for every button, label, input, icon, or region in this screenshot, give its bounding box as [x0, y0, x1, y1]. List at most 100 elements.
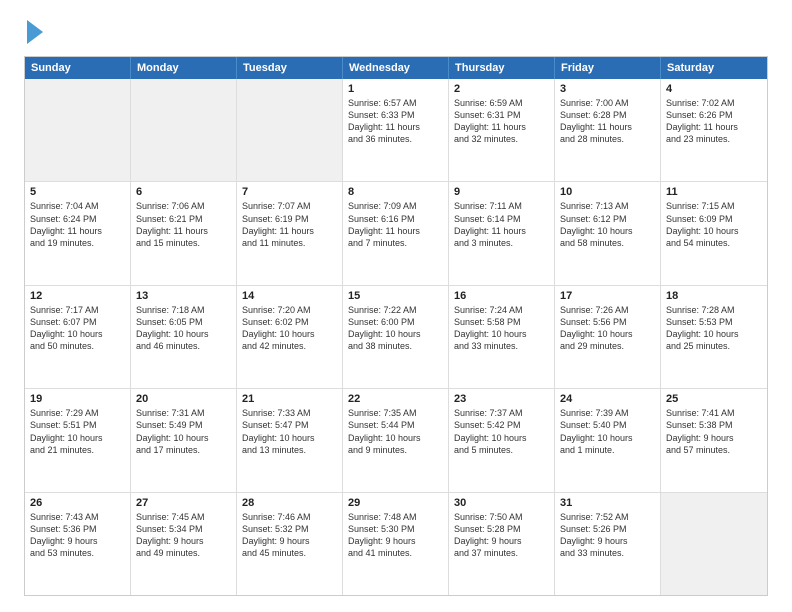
calendar-cell-2-1: 5 Sunrise: 7:04 AM Sunset: 6:24 PM Daylig… — [25, 182, 131, 284]
calendar: SundayMondayTuesdayWednesdayThursdayFrid… — [24, 56, 768, 596]
day-number: 1 — [348, 83, 443, 95]
calendar-cell-4-5: 23 Sunrise: 7:37 AM Sunset: 5:42 PM Dayli… — [449, 389, 555, 491]
day-number: 17 — [560, 290, 655, 302]
cell-info: Sunrise: 7:29 AM Sunset: 5:51 PM Dayligh… — [30, 407, 125, 456]
day-number: 16 — [454, 290, 549, 302]
day-number: 20 — [136, 393, 231, 405]
cell-info: Sunrise: 7:20 AM Sunset: 6:02 PM Dayligh… — [242, 304, 337, 353]
day-number: 30 — [454, 497, 549, 509]
cell-info: Sunrise: 7:00 AM Sunset: 6:28 PM Dayligh… — [560, 97, 655, 146]
calendar-body: 1 Sunrise: 6:57 AM Sunset: 6:33 PM Daylig… — [25, 79, 767, 595]
calendar-cell-4-4: 22Sunrise: 7:35 AM Sunset: 5:44 PM Dayli… — [343, 389, 449, 491]
cell-info: Sunrise: 7:22 AM Sunset: 6:00 PM Dayligh… — [348, 304, 443, 353]
day-number: 3 — [560, 83, 655, 95]
calendar-cell-3-4: 15 Sunrise: 7:22 AM Sunset: 6:00 PM Dayli… — [343, 286, 449, 388]
day-number: 4 — [666, 83, 762, 95]
cell-info: Sunrise: 7:11 AM Sunset: 6:14 PM Dayligh… — [454, 200, 549, 249]
calendar-cell-2-3: 7 Sunrise: 7:07 AM Sunset: 6:19 PM Daylig… — [237, 182, 343, 284]
day-number: 9 — [454, 186, 549, 198]
calendar-cell-5-7 — [661, 493, 767, 595]
day-number: 29 — [348, 497, 443, 509]
weekday-header-wednesday: Wednesday — [343, 57, 449, 79]
calendar-cell-3-7: 18 Sunrise: 7:28 AM Sunset: 5:53 PM Dayli… — [661, 286, 767, 388]
cell-info: Sunrise: 7:28 AM Sunset: 5:53 PM Dayligh… — [666, 304, 762, 353]
cell-info: Sunrise: 7:41 AM Sunset: 5:38 PM Dayligh… — [666, 407, 762, 456]
day-number: 21 — [242, 393, 337, 405]
calendar-cell-3-2: 13 Sunrise: 7:18 AM Sunset: 6:05 PM Dayli… — [131, 286, 237, 388]
weekday-header-tuesday: Tuesday — [237, 57, 343, 79]
cell-info: Sunrise: 7:37 AM Sunset: 5:42 PM Dayligh… — [454, 407, 549, 456]
day-number: 18 — [666, 290, 762, 302]
day-number: 7 — [242, 186, 337, 198]
cell-info: Sunrise: 7:06 AM Sunset: 6:21 PM Dayligh… — [136, 200, 231, 249]
calendar-header: SundayMondayTuesdayWednesdayThursdayFrid… — [25, 57, 767, 79]
cell-info: Sunrise: 7:50 AM Sunset: 5:28 PM Dayligh… — [454, 511, 549, 560]
weekday-header-sunday: Sunday — [25, 57, 131, 79]
cell-info: Sunrise: 7:31 AM Sunset: 5:49 PM Dayligh… — [136, 407, 231, 456]
calendar-cell-2-4: 8Sunrise: 7:09 AM Sunset: 6:16 PM Daylig… — [343, 182, 449, 284]
cell-info: Sunrise: 7:48 AM Sunset: 5:30 PM Dayligh… — [348, 511, 443, 560]
calendar-cell-4-2: 20 Sunrise: 7:31 AM Sunset: 5:49 PM Dayli… — [131, 389, 237, 491]
logo-arrow-icon — [27, 20, 43, 44]
day-number: 19 — [30, 393, 125, 405]
day-number: 10 — [560, 186, 655, 198]
calendar-cell-2-2: 6 Sunrise: 7:06 AM Sunset: 6:21 PM Daylig… — [131, 182, 237, 284]
calendar-row-1: 1 Sunrise: 6:57 AM Sunset: 6:33 PM Daylig… — [25, 79, 767, 181]
calendar-cell-2-7: 11 Sunrise: 7:15 AM Sunset: 6:09 PM Dayli… — [661, 182, 767, 284]
calendar-cell-1-7: 4 Sunrise: 7:02 AM Sunset: 6:26 PM Daylig… — [661, 79, 767, 181]
cell-info: Sunrise: 7:18 AM Sunset: 6:05 PM Dayligh… — [136, 304, 231, 353]
cell-info: Sunrise: 6:59 AM Sunset: 6:31 PM Dayligh… — [454, 97, 549, 146]
cell-info: Sunrise: 7:24 AM Sunset: 5:58 PM Dayligh… — [454, 304, 549, 353]
cell-info: Sunrise: 7:07 AM Sunset: 6:19 PM Dayligh… — [242, 200, 337, 249]
calendar-cell-3-6: 17 Sunrise: 7:26 AM Sunset: 5:56 PM Dayli… — [555, 286, 661, 388]
day-number: 5 — [30, 186, 125, 198]
logo — [24, 20, 43, 46]
calendar-cell-1-5: 2Sunrise: 6:59 AM Sunset: 6:31 PM Daylig… — [449, 79, 555, 181]
weekday-header-thursday: Thursday — [449, 57, 555, 79]
weekday-header-saturday: Saturday — [661, 57, 767, 79]
calendar-cell-5-2: 27Sunrise: 7:45 AM Sunset: 5:34 PM Dayli… — [131, 493, 237, 595]
header — [24, 20, 768, 46]
cell-info: Sunrise: 7:33 AM Sunset: 5:47 PM Dayligh… — [242, 407, 337, 456]
day-number: 15 — [348, 290, 443, 302]
day-number: 12 — [30, 290, 125, 302]
calendar-cell-2-5: 9 Sunrise: 7:11 AM Sunset: 6:14 PM Daylig… — [449, 182, 555, 284]
day-number: 6 — [136, 186, 231, 198]
cell-info: Sunrise: 7:35 AM Sunset: 5:44 PM Dayligh… — [348, 407, 443, 456]
calendar-cell-1-2 — [131, 79, 237, 181]
calendar-cell-1-4: 1 Sunrise: 6:57 AM Sunset: 6:33 PM Daylig… — [343, 79, 449, 181]
cell-info: Sunrise: 7:15 AM Sunset: 6:09 PM Dayligh… — [666, 200, 762, 249]
cell-info: Sunrise: 7:26 AM Sunset: 5:56 PM Dayligh… — [560, 304, 655, 353]
day-number: 26 — [30, 497, 125, 509]
weekday-header-friday: Friday — [555, 57, 661, 79]
calendar-cell-3-1: 12Sunrise: 7:17 AM Sunset: 6:07 PM Dayli… — [25, 286, 131, 388]
calendar-cell-3-3: 14 Sunrise: 7:20 AM Sunset: 6:02 PM Dayli… — [237, 286, 343, 388]
calendar-row-2: 5 Sunrise: 7:04 AM Sunset: 6:24 PM Daylig… — [25, 181, 767, 284]
day-number: 24 — [560, 393, 655, 405]
calendar-cell-1-3 — [237, 79, 343, 181]
day-number: 13 — [136, 290, 231, 302]
cell-info: Sunrise: 7:02 AM Sunset: 6:26 PM Dayligh… — [666, 97, 762, 146]
cell-info: Sunrise: 7:39 AM Sunset: 5:40 PM Dayligh… — [560, 407, 655, 456]
calendar-row-5: 26 Sunrise: 7:43 AM Sunset: 5:36 PM Dayli… — [25, 492, 767, 595]
calendar-cell-4-6: 24 Sunrise: 7:39 AM Sunset: 5:40 PM Dayli… — [555, 389, 661, 491]
cell-info: Sunrise: 7:04 AM Sunset: 6:24 PM Dayligh… — [30, 200, 125, 249]
cell-info: Sunrise: 7:45 AM Sunset: 5:34 PM Dayligh… — [136, 511, 231, 560]
calendar-cell-5-3: 28Sunrise: 7:46 AM Sunset: 5:32 PM Dayli… — [237, 493, 343, 595]
calendar-cell-5-5: 30 Sunrise: 7:50 AM Sunset: 5:28 PM Dayli… — [449, 493, 555, 595]
cell-info: Sunrise: 6:57 AM Sunset: 6:33 PM Dayligh… — [348, 97, 443, 146]
calendar-cell-5-4: 29 Sunrise: 7:48 AM Sunset: 5:30 PM Dayli… — [343, 493, 449, 595]
weekday-header-monday: Monday — [131, 57, 237, 79]
calendar-row-4: 19 Sunrise: 7:29 AM Sunset: 5:51 PM Dayli… — [25, 388, 767, 491]
calendar-cell-2-6: 10 Sunrise: 7:13 AM Sunset: 6:12 PM Dayli… — [555, 182, 661, 284]
day-number: 14 — [242, 290, 337, 302]
page: SundayMondayTuesdayWednesdayThursdayFrid… — [0, 0, 792, 612]
cell-info: Sunrise: 7:13 AM Sunset: 6:12 PM Dayligh… — [560, 200, 655, 249]
calendar-cell-4-1: 19 Sunrise: 7:29 AM Sunset: 5:51 PM Dayli… — [25, 389, 131, 491]
day-number: 23 — [454, 393, 549, 405]
cell-info: Sunrise: 7:43 AM Sunset: 5:36 PM Dayligh… — [30, 511, 125, 560]
calendar-cell-3-5: 16 Sunrise: 7:24 AM Sunset: 5:58 PM Dayli… — [449, 286, 555, 388]
cell-info: Sunrise: 7:09 AM Sunset: 6:16 PM Dayligh… — [348, 200, 443, 249]
day-number: 11 — [666, 186, 762, 198]
calendar-cell-1-6: 3 Sunrise: 7:00 AM Sunset: 6:28 PM Daylig… — [555, 79, 661, 181]
